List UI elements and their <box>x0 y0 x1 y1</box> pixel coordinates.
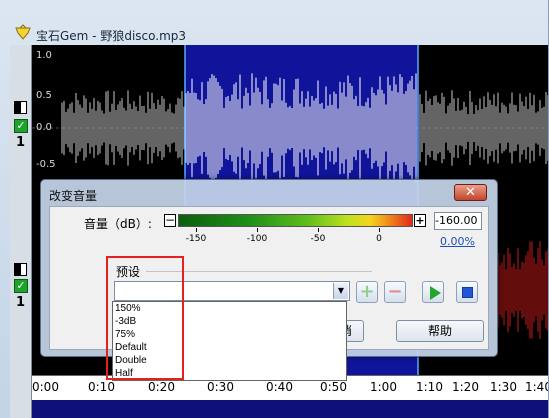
help-button[interactable]: 帮助 <box>396 320 484 342</box>
time-label: 0:50 <box>320 380 347 394</box>
dialog-title: 改变音量 <box>49 189 98 203</box>
close-icon[interactable]: ✕ <box>454 184 487 201</box>
scale-label: -50 <box>310 234 326 244</box>
y-tick: -0.5 <box>36 159 56 170</box>
volume-percent-link[interactable]: 0.00% <box>440 235 475 248</box>
stop-icon <box>462 287 473 298</box>
overview-waveform[interactable] <box>32 400 548 418</box>
time-label: 1:00 <box>370 380 397 394</box>
y-tick: 0.5 <box>36 90 52 101</box>
time-label: 0:30 <box>207 380 234 394</box>
channel-2-toggle-icon[interactable] <box>14 263 27 276</box>
chevron-down-icon[interactable]: ▼ <box>333 283 348 299</box>
volume-slider[interactable] <box>178 214 413 227</box>
time-label: 0:10 <box>88 380 115 394</box>
volume-scale: -150 -100 -50 0 <box>178 228 413 246</box>
gem-app-icon <box>15 24 31 40</box>
time-label: 0:40 <box>266 380 293 394</box>
channel-2-number: 1 <box>16 295 26 310</box>
scale-label: 0 <box>376 234 382 244</box>
volume-decrease-button[interactable]: − <box>164 214 176 227</box>
scale-label: -100 <box>246 234 268 244</box>
channel-1-check-icon[interactable]: ✓ <box>14 119 28 133</box>
time-label: 1:20 <box>452 380 479 394</box>
channel-2-check-icon[interactable]: ✓ <box>14 279 28 293</box>
window-title: 宝石Gem - 野狼disco.mp3 <box>36 29 187 43</box>
volume-increase-button[interactable]: + <box>414 214 426 227</box>
play-button[interactable] <box>422 281 444 303</box>
volume-value-field[interactable]: -160.00 <box>434 212 482 230</box>
time-label: 1:10 <box>416 380 443 394</box>
remove-preset-button[interactable]: − <box>384 281 406 303</box>
play-icon <box>430 286 441 300</box>
time-label: 1:30 <box>490 380 517 394</box>
scale-label: -150 <box>185 234 207 244</box>
y-tick: 1.0 <box>36 50 52 61</box>
channel-1-toggle-icon[interactable] <box>14 101 27 114</box>
title-bar: 宝石Gem - 野狼disco.mp3 <box>0 0 548 44</box>
channel-strip: ✓ 1 ✓ 1 <box>10 45 32 418</box>
time-label: 0:00 <box>32 380 59 394</box>
channel-1-number: 1 <box>16 135 26 150</box>
y-tick: 0.0 <box>36 122 52 133</box>
volume-label: 音量（dB）: <box>84 217 152 231</box>
add-preset-button[interactable]: + <box>356 281 378 303</box>
time-label: 1:40 <box>525 380 548 394</box>
red-highlight-box <box>106 256 184 380</box>
stop-button[interactable] <box>456 281 478 303</box>
time-label: 0:20 <box>148 380 175 394</box>
